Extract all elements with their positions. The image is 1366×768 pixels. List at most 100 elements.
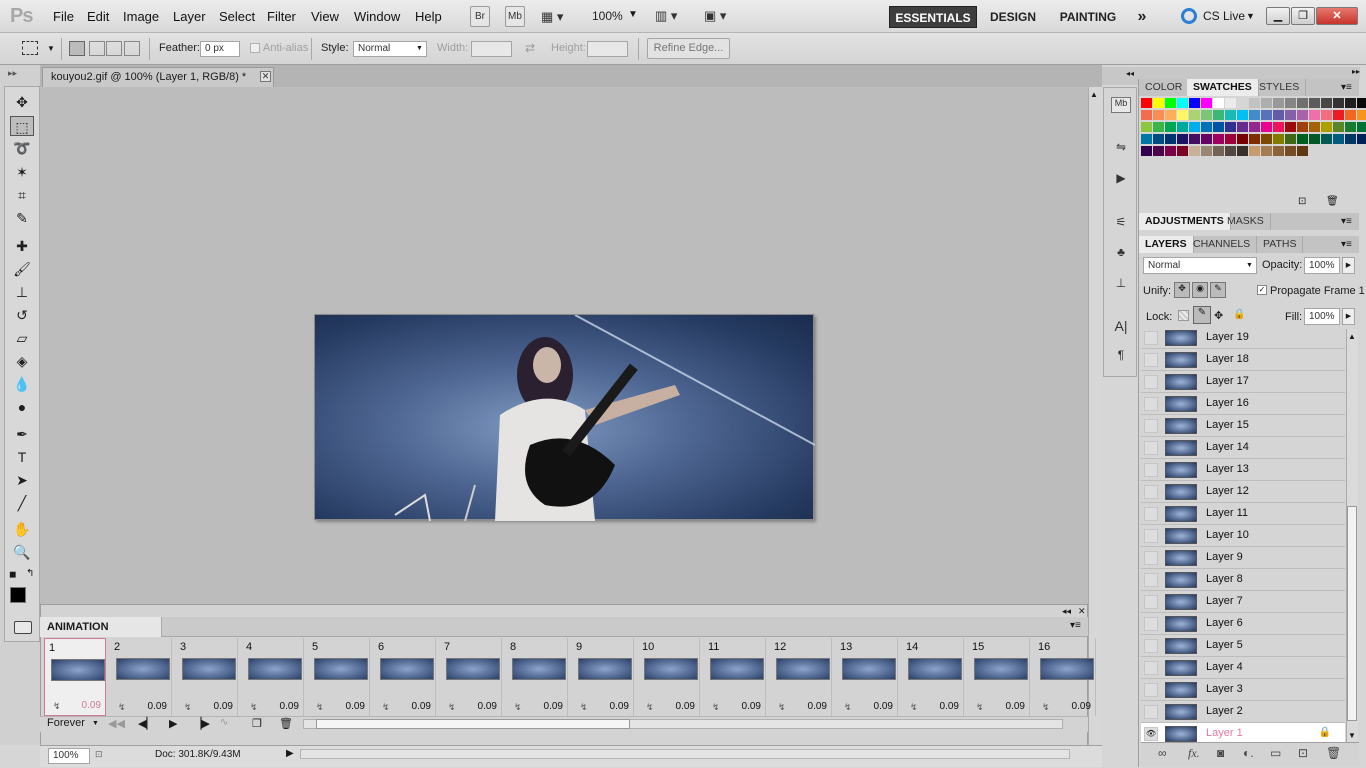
intersect-selection-icon[interactable] [124, 41, 140, 56]
disposal-icon[interactable]: ↯ [250, 702, 258, 713]
color-swatch[interactable] [1189, 122, 1200, 132]
play-button[interactable]: ▶ [169, 717, 177, 730]
animation-frame[interactable]: 10 ↯ 0.09 [638, 638, 700, 716]
visibility-icon[interactable] [1144, 375, 1158, 389]
color-swatch[interactable] [1189, 146, 1200, 156]
color-swatch[interactable] [1153, 146, 1164, 156]
layer-style-icon[interactable]: fx. [1188, 746, 1200, 761]
opacity-input[interactable]: 100% [1304, 257, 1340, 274]
adjustment-layer-icon[interactable]: ◐. [1243, 746, 1254, 760]
color-swatch[interactable] [1177, 134, 1188, 144]
blend-mode-select[interactable]: Normal [1143, 257, 1257, 274]
color-swatch[interactable] [1237, 98, 1248, 108]
menu-filter[interactable]: Filter [267, 9, 296, 24]
disposal-icon[interactable]: ↯ [910, 702, 918, 713]
visibility-icon[interactable]: 👁 [1144, 727, 1158, 741]
color-swatch[interactable] [1333, 110, 1344, 120]
color-swatch[interactable] [1153, 110, 1164, 120]
color-swatch[interactable] [1189, 134, 1200, 144]
feather-input[interactable]: 0 px [200, 41, 240, 57]
color-swatch[interactable] [1261, 98, 1272, 108]
panel-menu-icon[interactable]: ▾≡ [1341, 216, 1352, 227]
panel-menu-icon[interactable]: ▾≡ [1341, 82, 1352, 93]
color-swatch[interactable] [1225, 110, 1236, 120]
tab-paths[interactable]: PATHS [1257, 236, 1304, 253]
expand-icon[interactable]: ▸▸ [1352, 67, 1360, 76]
visibility-icon[interactable] [1144, 331, 1158, 345]
color-swatch[interactable] [1153, 122, 1164, 132]
disposal-icon[interactable]: ↯ [316, 702, 324, 713]
disposal-icon[interactable]: ↯ [382, 702, 390, 713]
color-swatch[interactable] [1141, 146, 1152, 156]
lock-transparency-icon[interactable] [1178, 310, 1189, 321]
visibility-icon[interactable] [1144, 573, 1158, 587]
visibility-icon[interactable] [1144, 485, 1158, 499]
workspace-essentials[interactable]: ESSENTIALS [889, 6, 977, 28]
status-menu-arrow[interactable]: ▶ [286, 748, 294, 759]
link-layers-icon[interactable]: ∞ [1158, 746, 1167, 760]
color-swatch[interactable] [1201, 98, 1212, 108]
line-tool-icon[interactable]: ╱ [10, 493, 34, 513]
pen-tool-icon[interactable]: ✒ [10, 424, 34, 444]
zoom-tool-icon[interactable]: 🔍 [10, 542, 34, 562]
visibility-icon[interactable] [1144, 551, 1158, 565]
disposal-icon[interactable]: ↯ [514, 702, 522, 713]
healing-brush-icon[interactable]: ✚ [10, 236, 34, 256]
color-swatch[interactable] [1273, 146, 1284, 156]
zoom-field[interactable]: 100% [48, 748, 90, 764]
disposal-icon[interactable]: ↯ [646, 702, 654, 713]
extras-icon[interactable]: ▦ ▾ [541, 9, 563, 25]
lock-all-icon[interactable]: 🔒 [1233, 309, 1245, 320]
opacity-slider-arrow[interactable]: ▶ [1342, 257, 1355, 274]
color-swatch[interactable] [1201, 110, 1212, 120]
layer-row[interactable]: Layer 19 [1141, 327, 1345, 349]
visibility-icon[interactable] [1144, 595, 1158, 609]
color-swatch[interactable] [1297, 134, 1308, 144]
frame-delay[interactable]: 0.09 [874, 701, 893, 712]
more-workspaces-button[interactable]: » [1130, 6, 1154, 28]
height-input[interactable] [587, 41, 628, 57]
layer-row[interactable]: Layer 15 [1141, 415, 1345, 437]
subtract-selection-icon[interactable] [106, 41, 122, 56]
layer-row[interactable]: Layer 13 [1141, 459, 1345, 481]
disposal-icon[interactable]: ↯ [844, 702, 852, 713]
refine-edge-button[interactable]: Refine Edge... [647, 38, 730, 59]
visibility-icon[interactable] [1144, 353, 1158, 367]
animation-frame[interactable]: 13 ↯ 0.09 [836, 638, 898, 716]
layer-row[interactable]: Layer 5 [1141, 635, 1345, 657]
visibility-icon[interactable] [1144, 705, 1158, 719]
visibility-icon[interactable] [1144, 661, 1158, 675]
loop-select[interactable]: Forever [47, 717, 85, 729]
layer-row[interactable]: Layer 10 [1141, 525, 1345, 547]
color-swatch[interactable] [1189, 98, 1200, 108]
disposal-icon[interactable]: ↯ [712, 702, 720, 713]
color-swatch[interactable] [1297, 146, 1308, 156]
unify-visibility-icon[interactable]: ◉ [1192, 282, 1208, 298]
restore-button[interactable]: ❐ [1291, 7, 1315, 25]
color-swatch[interactable] [1333, 134, 1344, 144]
mini-bridge-button[interactable]: Mb [505, 6, 525, 27]
visibility-icon[interactable] [1144, 463, 1158, 477]
new-selection-icon[interactable] [69, 41, 85, 56]
animation-frame[interactable]: 5 ↯ 0.09 [308, 638, 370, 716]
frame-delay[interactable]: 0.09 [742, 701, 761, 712]
color-swatch[interactable] [1345, 110, 1356, 120]
animation-frame[interactable]: 14 ↯ 0.09 [902, 638, 964, 716]
chevron-down-icon[interactable]: ▼ [92, 720, 99, 727]
delete-frame-icon[interactable]: 🗑 [279, 717, 293, 730]
disposal-icon[interactable]: ↯ [448, 702, 456, 713]
workspace-design[interactable]: DESIGN [986, 6, 1040, 28]
color-swatch[interactable] [1345, 134, 1356, 144]
swap-icon[interactable]: ⇄ [525, 41, 535, 55]
layer-row[interactable]: Layer 17 [1141, 371, 1345, 393]
color-swatch[interactable] [1177, 98, 1188, 108]
color-swatch[interactable] [1309, 98, 1320, 108]
brush-tool-icon[interactable]: 🖌 [10, 259, 34, 279]
collapse-icon[interactable]: ▸▸ [8, 68, 17, 79]
minimize-button[interactable]: ▁ [1266, 7, 1290, 25]
frame-delay[interactable]: 0.09 [1006, 701, 1025, 712]
layer-row[interactable]: Layer 6 [1141, 613, 1345, 635]
crop-tool-icon[interactable]: ⌗ [10, 185, 34, 205]
animation-frame[interactable]: 2 ↯ 0.09 [110, 638, 172, 716]
animation-frame[interactable]: 11 ↯ 0.09 [704, 638, 766, 716]
